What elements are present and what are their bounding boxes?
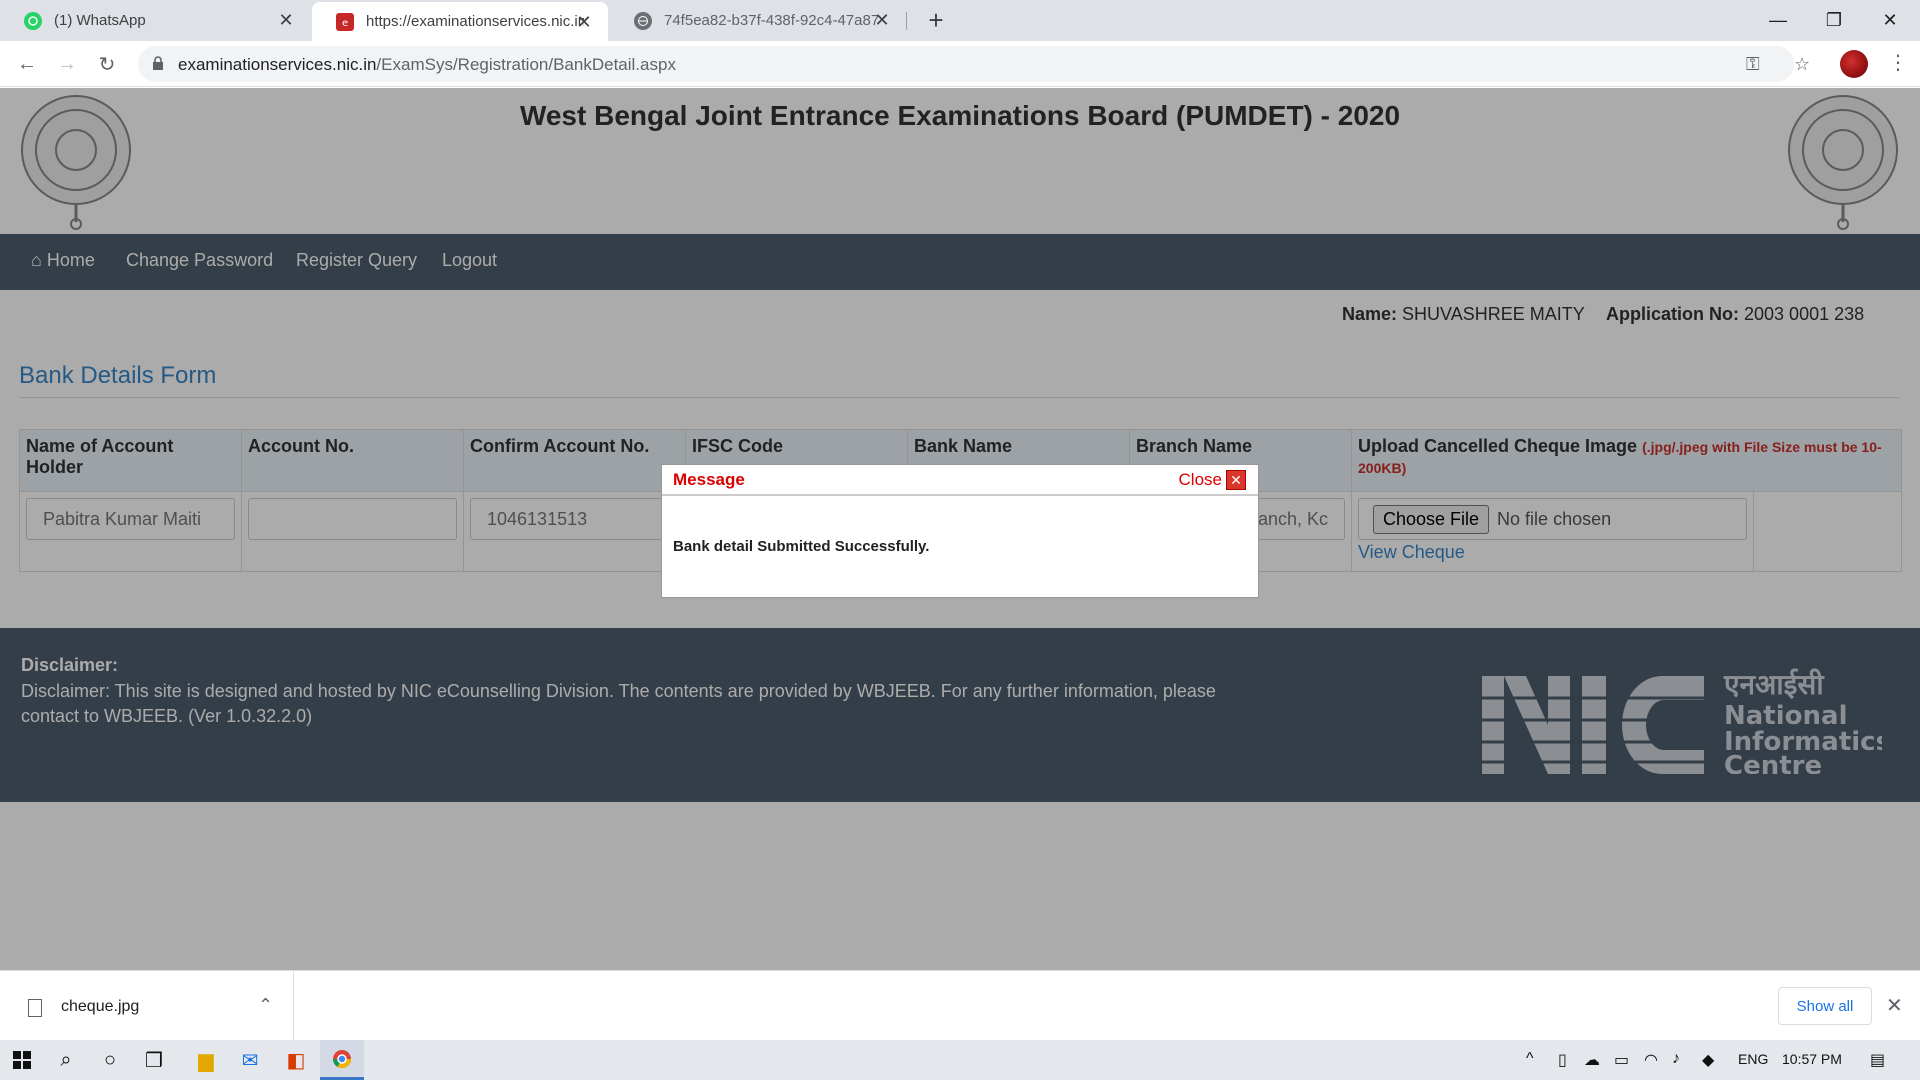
reload-icon[interactable]: ↻ <box>93 50 121 78</box>
tab-title: 74f5ea82-b37f-438f-92c4-47a87 <box>664 12 880 29</box>
globe-icon <box>634 11 652 30</box>
dropbox-icon[interactable]: ◆ <box>1702 1050 1714 1070</box>
download-bar-close-icon[interactable]: ✕ <box>1886 993 1903 1018</box>
key-icon[interactable]: ⚿ <box>1746 54 1760 75</box>
dialog-header: Message Close ✕ <box>662 465 1258 496</box>
volume-icon[interactable]: ♪ <box>1672 1050 1680 1068</box>
browser-tab-strip: (1) WhatsApp ✕ e https://examinationserv… <box>0 0 1920 41</box>
url-text: examinationservices.nic.in/ExamSys/Regis… <box>178 55 676 74</box>
dialog-title: Message <box>673 470 745 489</box>
wifi-icon[interactable]: ◠ <box>1644 1050 1658 1070</box>
tab-close-icon[interactable]: ✕ <box>872 10 892 30</box>
tab-title: (1) WhatsApp <box>54 12 146 29</box>
bookmark-star-icon[interactable]: ☆ <box>1794 54 1810 75</box>
restore-icon[interactable]: ❐ <box>1806 0 1862 41</box>
mail-icon[interactable]: ✉ <box>228 1040 272 1080</box>
page-content: West Bengal Joint Entrance Examinations … <box>0 88 1920 970</box>
browser-toolbar: ← → ↻ examinationservices.nic.in/ExamSys… <box>0 41 1920 87</box>
tray-chevron-up-icon[interactable]: ^ <box>1526 1050 1534 1068</box>
task-view-icon[interactable]: ❒ <box>132 1040 176 1080</box>
forward-icon[interactable]: → <box>53 50 81 78</box>
address-bar[interactable]: examinationservices.nic.in/ExamSys/Regis… <box>138 46 1810 82</box>
taskbar: ⌕ ○ ❒ ▆ ✉ ◧ ^ ▯ ☁ ▭ ◠ ♪ ◆ ENG 10:57 PM ▤ <box>0 1040 1920 1080</box>
download-item[interactable]: cheque.jpg ⌃ <box>0 971 294 1041</box>
office-icon[interactable]: ◧ <box>274 1040 318 1080</box>
close-label: Close <box>1178 470 1222 489</box>
close-icon[interactable]: ✕ <box>1226 470 1246 490</box>
tab-close-icon[interactable]: ✕ <box>276 10 296 30</box>
browser-menu-icon[interactable]: ⋮ <box>1888 50 1908 75</box>
dialog-message: Bank detail Submitted Successfully. <box>673 538 930 555</box>
search-icon[interactable]: ⌕ <box>44 1040 88 1080</box>
cortana-icon[interactable]: ○ <box>88 1040 132 1080</box>
system-clock[interactable]: 10:57 PM <box>1782 1051 1842 1067</box>
back-icon[interactable]: ← <box>13 50 41 78</box>
download-bar: cheque.jpg ⌃ Show all ✕ <box>0 970 1920 1041</box>
language-indicator[interactable]: ENG <box>1738 1051 1768 1067</box>
battery-icon[interactable]: ▭ <box>1614 1050 1629 1070</box>
download-filename: cheque.jpg <box>61 998 140 1015</box>
show-all-button[interactable]: Show all <box>1778 987 1872 1025</box>
lock-icon[interactable] <box>152 56 164 76</box>
tab-guid[interactable]: 74f5ea82-b37f-438f-92c4-47a87 ✕ <box>610 0 906 41</box>
chevron-up-icon[interactable]: ⌃ <box>258 995 273 1016</box>
onedrive-icon[interactable]: ☁ <box>1584 1050 1600 1070</box>
site-favicon: e <box>336 12 354 31</box>
message-dialog: Message Close ✕ Bank detail Submitted Su… <box>661 464 1259 598</box>
notifications-icon[interactable]: ▤ <box>1870 1050 1885 1070</box>
whatsapp-icon <box>24 11 42 30</box>
tray-device-icon[interactable]: ▯ <box>1558 1050 1567 1070</box>
tab-separator <box>906 12 907 30</box>
window-close-icon[interactable]: ✕ <box>1862 0 1918 41</box>
dialog-close-button[interactable]: Close ✕ <box>1179 470 1246 490</box>
new-tab-icon[interactable]: + <box>922 6 950 34</box>
profile-avatar[interactable] <box>1840 50 1868 78</box>
windows-start-icon[interactable] <box>0 1040 44 1080</box>
file-explorer-icon[interactable]: ▆ <box>184 1040 228 1080</box>
svg-text:e: e <box>342 18 348 28</box>
minimize-icon[interactable]: — <box>1750 0 1806 41</box>
file-icon <box>28 999 42 1017</box>
chrome-icon[interactable] <box>320 1040 364 1080</box>
tab-close-icon[interactable]: ✕ <box>574 12 594 32</box>
tab-whatsapp[interactable]: (1) WhatsApp ✕ <box>0 0 310 41</box>
tab-title: https://examinationservices.nic.in <box>366 13 584 30</box>
tab-examinationservices[interactable]: e https://examinationservices.nic.in ✕ <box>312 2 608 41</box>
